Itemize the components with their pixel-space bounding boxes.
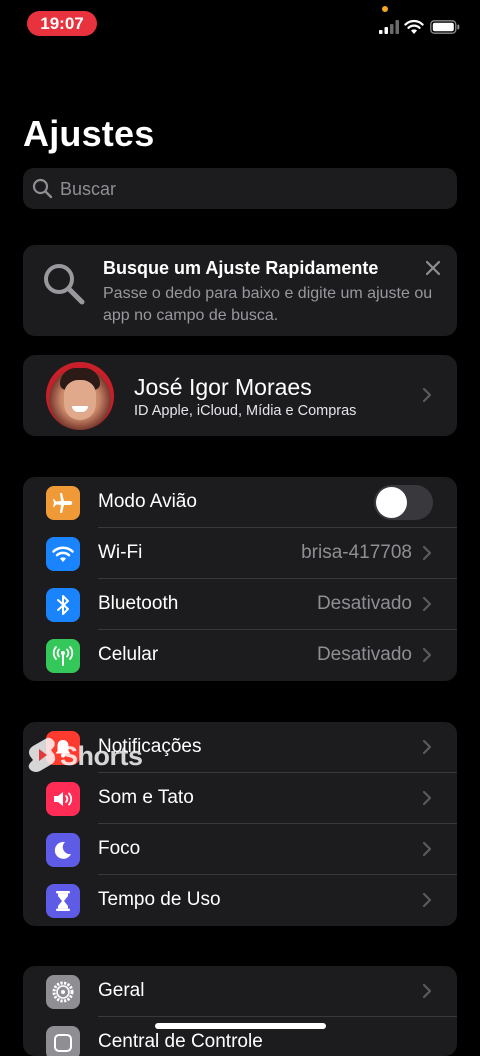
settings-row-bluetooth[interactable]: Bluetooth Desativado xyxy=(23,579,457,630)
cellular-icon xyxy=(46,639,80,673)
settings-row-screen-time[interactable]: Tempo de Uso xyxy=(23,875,457,926)
row-label: Bluetooth xyxy=(98,593,179,614)
profile-subtitle: ID Apple, iCloud, Mídia e Compras xyxy=(134,403,357,419)
settings-row-sound[interactable]: Som e Tato xyxy=(23,773,457,824)
row-label: Foco xyxy=(98,838,141,859)
settings-row-notifications[interactable]: Notificações xyxy=(23,722,457,773)
chevron-right-icon xyxy=(422,596,432,612)
notifications-group: Notificações Som e Tato Foco Tempo de Us… xyxy=(23,722,457,926)
battery-icon xyxy=(430,20,460,34)
settings-row-focus[interactable]: Foco xyxy=(23,824,457,875)
search-input[interactable] xyxy=(58,168,442,211)
general-group: Geral Central de Controle xyxy=(23,966,457,1056)
chevron-right-icon xyxy=(422,739,432,755)
tip-title: Busque um Ajuste Rapidamente xyxy=(103,258,379,278)
row-label: Modo Avião xyxy=(98,491,197,512)
settings-row-cellular[interactable]: Celular Desativado xyxy=(23,630,457,681)
settings-row-airplane-mode[interactable]: Modo Avião xyxy=(23,477,457,528)
home-indicator[interactable] xyxy=(155,1023,326,1029)
row-label: Celular xyxy=(98,644,159,665)
cellular-status-value: Desativado xyxy=(316,644,412,665)
row-label: Geral xyxy=(98,980,145,1001)
hourglass-icon xyxy=(46,884,80,918)
row-label: Wi-Fi xyxy=(98,542,143,563)
cellular-signal-icon xyxy=(379,20,399,34)
settings-row-wifi[interactable]: Wi-Fi brisa-417708 xyxy=(23,528,457,579)
search-bar[interactable] xyxy=(23,168,457,211)
magnifier-icon xyxy=(44,264,85,305)
chevron-right-icon xyxy=(422,983,432,999)
chevron-right-icon xyxy=(422,841,432,857)
airplane-icon xyxy=(46,486,80,520)
avatar xyxy=(46,362,114,430)
wifi-network-value: brisa-417708 xyxy=(301,542,412,563)
search-tip-card: Busque um Ajuste Rapidamente Passe o ded… xyxy=(23,245,457,336)
chevron-right-icon xyxy=(422,790,432,806)
privacy-indicator-dot xyxy=(382,6,388,12)
status-bar: 19:07 xyxy=(0,0,480,50)
chevron-right-icon xyxy=(422,892,432,908)
row-label: Tempo de Uso xyxy=(98,889,221,910)
row-label: Central de Controle xyxy=(98,1031,263,1052)
settings-row-general[interactable]: Geral xyxy=(23,966,457,1017)
bluetooth-status-value: Desativado xyxy=(316,593,412,614)
row-label: Som e Tato xyxy=(98,787,194,808)
chevron-right-icon xyxy=(422,647,432,663)
tip-body: Passe o dedo para baixo e digite um ajus… xyxy=(103,285,433,324)
status-time[interactable]: 19:07 xyxy=(27,11,97,36)
chevron-right-icon xyxy=(422,387,432,403)
wifi-icon xyxy=(46,537,80,571)
gear-icon xyxy=(46,975,80,1009)
moon-icon xyxy=(46,833,80,867)
notifications-icon xyxy=(46,731,80,765)
control-center-icon xyxy=(46,1026,80,1056)
profile-name: José Igor Moraes xyxy=(134,374,312,400)
wifi-status-icon xyxy=(404,19,424,34)
chevron-right-icon xyxy=(422,545,432,561)
sound-icon xyxy=(46,782,80,816)
close-icon[interactable] xyxy=(424,259,442,277)
connectivity-group: Modo Avião Wi-Fi brisa-417708 Bluetooth … xyxy=(23,477,457,681)
airplane-mode-toggle[interactable] xyxy=(374,485,433,520)
row-label: Notificações xyxy=(98,736,202,757)
search-icon xyxy=(32,178,53,199)
apple-id-profile-row[interactable]: José Igor Moraes ID Apple, iCloud, Mídia… xyxy=(23,355,457,436)
bluetooth-icon xyxy=(46,588,80,622)
page-title: Ajustes xyxy=(23,113,155,154)
